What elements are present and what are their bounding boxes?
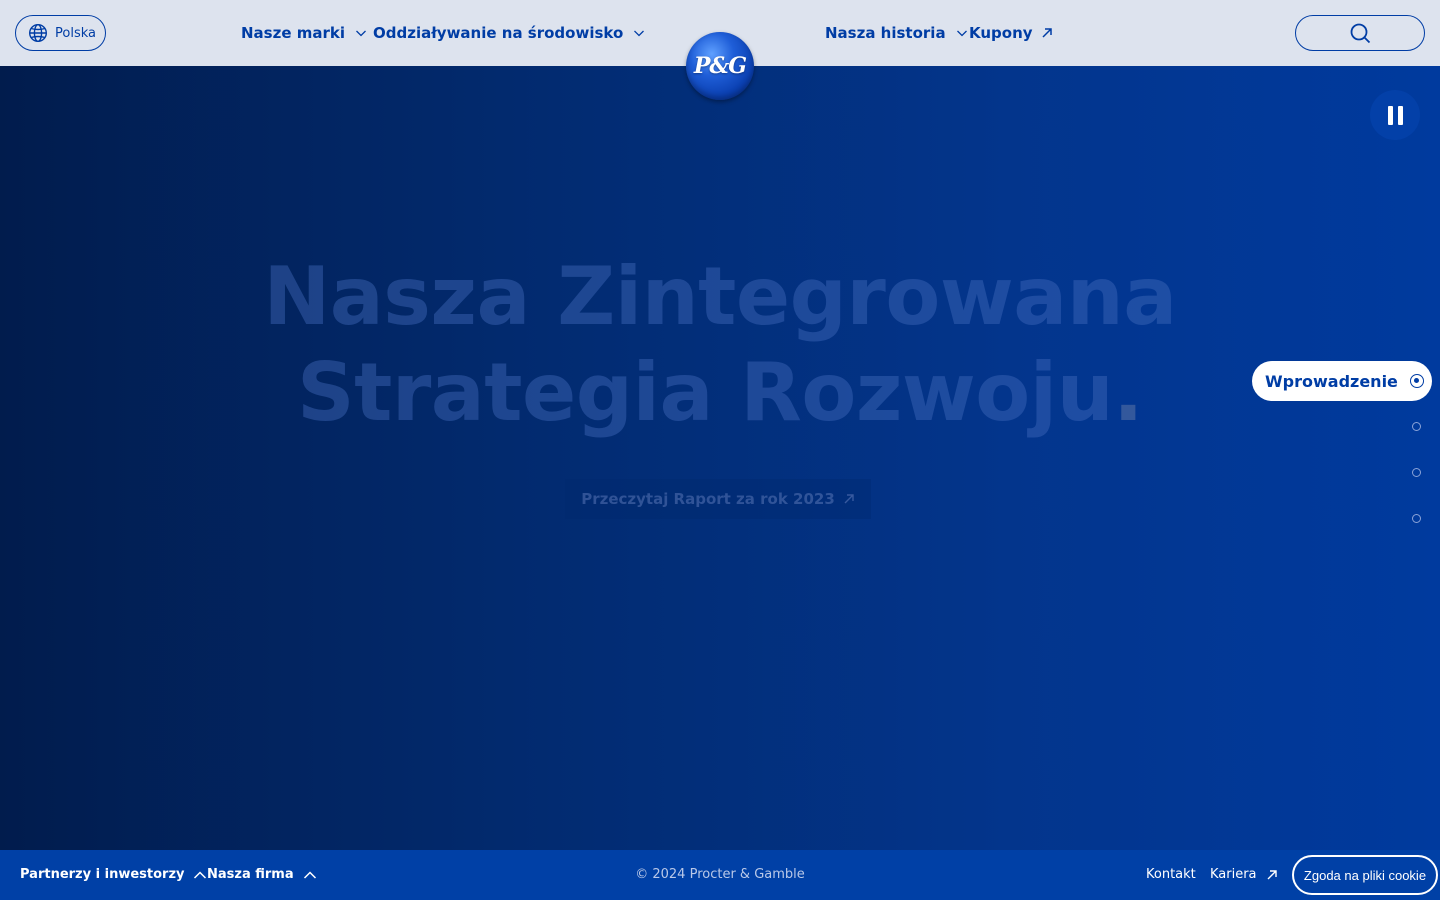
cookie-consent-button[interactable]: Zgoda na pliki cookie xyxy=(1292,855,1438,895)
nav-our-brands-label: Nasze marki xyxy=(241,24,345,42)
section-nav-dot-3[interactable] xyxy=(1412,468,1421,477)
nav-our-brands[interactable]: Nasze marki xyxy=(241,22,367,44)
hero-title-line1: Nasza Zintegrowana xyxy=(263,250,1177,343)
footer-partners-label: Partnerzy i inwestorzy xyxy=(20,867,185,882)
external-arrow-icon xyxy=(1042,28,1052,38)
language-selector-button[interactable]: Polska xyxy=(15,15,106,51)
section-nav-introduction-label: Wprowadzenie xyxy=(1265,371,1398,391)
external-arrow-icon xyxy=(1267,869,1277,879)
footer-company-label: Nasza firma xyxy=(207,867,294,882)
nav-our-history[interactable]: Nasza historia xyxy=(825,22,968,44)
nav-our-history-label: Nasza historia xyxy=(825,24,946,42)
pause-icon xyxy=(1387,105,1393,125)
chevron-up-icon xyxy=(303,870,316,879)
chevron-down-icon xyxy=(356,30,366,37)
active-dot-icon xyxy=(1410,374,1424,388)
section-nav-dot-4[interactable] xyxy=(1412,514,1421,523)
pg-logo[interactable]: P&G xyxy=(686,32,754,100)
pause-button[interactable] xyxy=(1370,90,1420,140)
globe-icon xyxy=(28,23,48,43)
footer-contact-label: Kontakt xyxy=(1146,867,1196,882)
hero-title-dot: . xyxy=(1113,346,1144,439)
search-button[interactable] xyxy=(1295,15,1425,51)
footer-contact-link[interactable]: Kontakt xyxy=(1146,867,1196,882)
external-arrow-icon xyxy=(844,494,854,504)
read-report-button[interactable]: Przeczytaj Raport za rok 2023 xyxy=(565,479,871,519)
nav-environmental-impact-label: Oddziaływanie na środowisko xyxy=(373,24,624,42)
footer-our-company[interactable]: Nasza firma xyxy=(207,867,317,882)
section-nav-introduction[interactable]: Wprowadzenie xyxy=(1252,361,1432,401)
nav-coupons[interactable]: Kupony xyxy=(969,22,1053,44)
hero-title-line2: Strategia Rozwoju xyxy=(296,346,1114,439)
language-label: Polska xyxy=(55,25,96,41)
hero-section: Nasza Zintegrowana Strategia Rozwoju. Pr… xyxy=(0,66,1440,850)
nav-coupons-label: Kupony xyxy=(969,24,1033,42)
read-report-label: Przeczytaj Raport za rok 2023 xyxy=(581,490,835,508)
section-nav-dot-2[interactable] xyxy=(1412,422,1421,431)
footer-career-link[interactable]: Kariera xyxy=(1210,867,1278,882)
hero-title: Nasza Zintegrowana Strategia Rozwoju. xyxy=(0,249,1440,441)
footer-partners-investors[interactable]: Partnerzy i inwestorzy xyxy=(20,867,207,882)
cookie-consent-label: Zgoda na pliki cookie xyxy=(1303,867,1427,883)
site-footer: Partnerzy i inwestorzy Nasza firma © 202… xyxy=(0,850,1440,900)
pause-icon-bar xyxy=(1397,105,1403,125)
logo-text: P&G xyxy=(693,53,747,79)
site-header: Polska Nasze marki Oddziaływanie na środ… xyxy=(0,0,1440,100)
footer-career-label: Kariera xyxy=(1210,867,1257,882)
chevron-up-icon xyxy=(194,870,207,879)
search-icon xyxy=(1350,23,1371,44)
chevron-down-icon xyxy=(634,30,645,37)
nav-environmental-impact[interactable]: Oddziaływanie na środowisko xyxy=(373,22,645,44)
chevron-down-icon xyxy=(956,30,967,37)
